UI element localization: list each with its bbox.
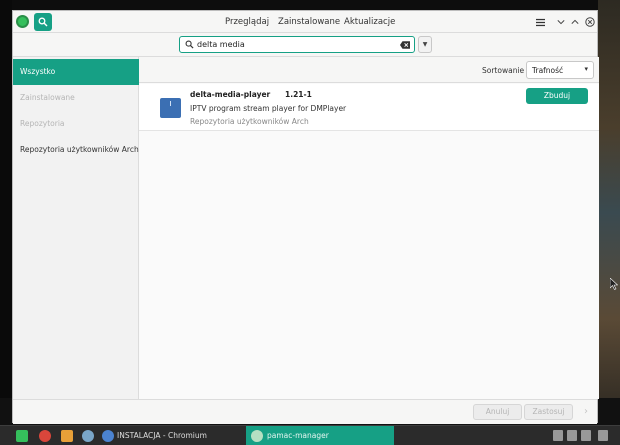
search-toggle-button[interactable] [34, 13, 52, 31]
cancel-button[interactable]: Anuluj [473, 404, 522, 420]
pamac-logo-icon [16, 15, 29, 28]
taskbar-window-chromium[interactable]: INSTALACJA - Chromium [100, 428, 240, 444]
start-menu-icon[interactable] [16, 430, 28, 442]
search-icon [38, 17, 48, 27]
package-description: IPTV program stream player for DMPlayer [190, 104, 347, 113]
chevron-down-icon: ▾ [584, 65, 588, 73]
action-bar: Anuluj Zastosuj › [13, 399, 597, 424]
close-icon[interactable] [584, 16, 596, 28]
files-launcher-icon[interactable] [61, 430, 73, 442]
tray-icon[interactable] [581, 430, 591, 441]
build-button[interactable]: Zbuduj [526, 88, 588, 104]
taskbar: INSTALACJA - Chromium pamac-manager [0, 425, 620, 445]
tab-installed[interactable]: Zainstalowane [278, 17, 340, 27]
chromium-icon [102, 430, 114, 442]
package-version: 1.21-1 [285, 90, 312, 99]
taskbar-window-label: pamac-manager [267, 431, 329, 440]
mouse-cursor-icon [610, 278, 618, 290]
tray-icon[interactable] [567, 430, 577, 441]
tray-icon[interactable] [553, 430, 563, 441]
search-input[interactable]: delta media [179, 36, 415, 53]
search-history-dropdown[interactable]: ▼ [418, 36, 432, 53]
sidebar-item-repositories[interactable]: Repozytoria [13, 111, 139, 137]
package-repository: Repozytoria użytkowników Arch [190, 117, 309, 126]
taskbar-window-pamac[interactable]: pamac-manager [246, 426, 394, 445]
package-list-panel: Sortowanie Trafność ▾ delta-media-player… [139, 57, 618, 399]
launcher-icon[interactable] [82, 430, 94, 442]
desktop-wallpaper [598, 0, 620, 425]
tab-browse[interactable]: Przeglądaj [225, 17, 269, 27]
search-bar: delta media ▼ [13, 33, 597, 57]
hamburger-menu-icon[interactable] [534, 16, 546, 28]
sidebar-item-aur[interactable]: Repozytoria użytkowników Arch [13, 137, 139, 163]
chevron-down-icon: ▼ [422, 41, 428, 48]
sort-dropdown[interactable]: Trafność ▾ [526, 61, 594, 79]
sort-label: Sortowanie [482, 66, 525, 75]
clear-search-icon[interactable] [400, 41, 410, 49]
sort-row: Sortowanie Trafność ▾ [139, 57, 599, 83]
desktop-left-strip [0, 0, 12, 425]
search-input-text: delta media [197, 40, 245, 49]
tray-icon[interactable] [598, 430, 608, 441]
package-row[interactable]: delta-media-player 1.21-1 IPTV program s… [139, 84, 599, 131]
search-icon [185, 40, 194, 49]
chevron-right-icon[interactable]: › [581, 405, 591, 419]
package-icon [160, 98, 181, 118]
taskbar-window-label: INSTALACJA - Chromium [117, 431, 207, 440]
sidebar-item-all[interactable]: Wszystko [13, 59, 139, 85]
tab-updates[interactable]: Aktualizacje [344, 17, 395, 27]
desktop-top-strip [0, 0, 620, 10]
sidebar: Wszystko Zainstalowane Repozytoria Repoz… [13, 57, 139, 399]
minimize-icon[interactable] [555, 16, 567, 28]
apply-button[interactable]: Zastosuj [524, 404, 573, 420]
sort-dropdown-value: Trafność [532, 66, 564, 75]
title-bar: Przeglądaj Zainstalowane Aktualizacje [13, 11, 597, 33]
maximize-icon[interactable] [569, 16, 581, 28]
browser-launcher-icon[interactable] [39, 430, 51, 442]
sidebar-item-installed[interactable]: Zainstalowane [13, 85, 139, 111]
pamac-logo-icon [251, 430, 263, 442]
package-name: delta-media-player [190, 90, 271, 99]
pamac-window: Przeglądaj Zainstalowane Aktualizacje de… [12, 10, 618, 424]
